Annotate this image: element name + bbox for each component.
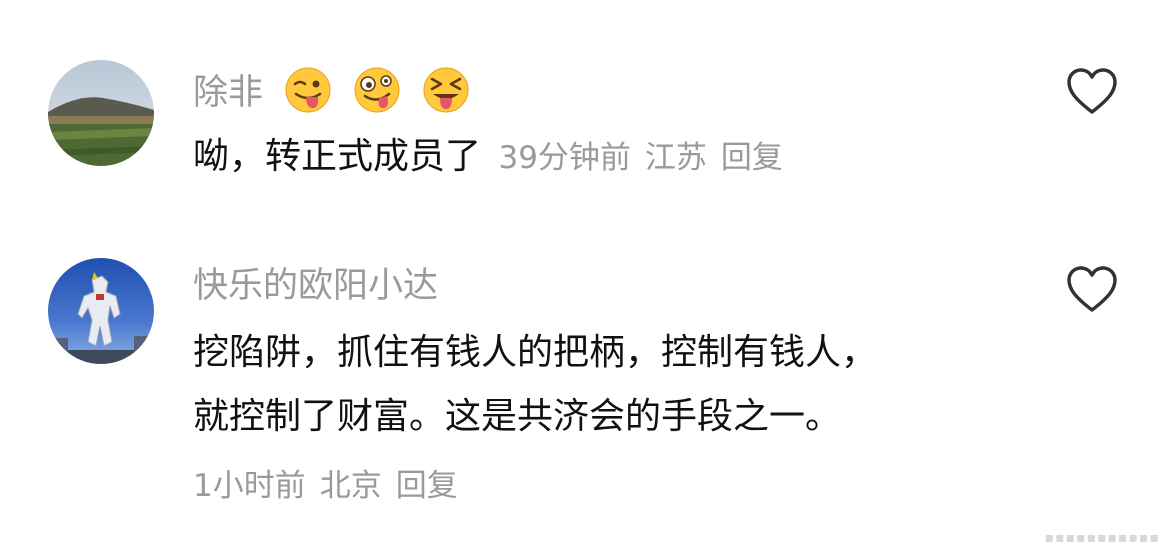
comment-text: 呦，转正式成员了 <box>193 136 482 177</box>
winking-tongue-emoji-icon <box>285 67 331 113</box>
comment-item: 除非 呦，转正式成员了 39分钟前 江苏 回复 <box>0 0 1170 220</box>
avatar[interactable] <box>48 60 154 166</box>
comment-time: 1小时前 <box>193 468 306 504</box>
landscape-avatar-image <box>48 60 154 166</box>
comment-meta: 39分钟前 江苏 回复 <box>498 140 796 176</box>
username-text: 快乐的欧阳小达 <box>193 266 439 306</box>
username[interactable]: 快乐的欧阳小达 <box>193 264 438 308</box>
comment-meta: 1小时前 北京 回复 <box>193 466 472 506</box>
comment-time: 39分钟前 <box>498 140 631 176</box>
avatar[interactable] <box>48 258 154 364</box>
reply-button[interactable]: 回复 <box>721 140 783 176</box>
squinting-tongue-emoji-icon <box>423 67 469 113</box>
heart-icon[interactable] <box>1065 265 1119 315</box>
comment-location: 江苏 <box>644 140 707 176</box>
comment-item: 快乐的欧阳小达 挖陷阱，抓住有钱人的把柄，控制有钱人， 就控制了财富。这是共济会… <box>0 220 1170 560</box>
comment-location: 北京 <box>319 468 382 504</box>
robot-avatar-image <box>48 258 154 364</box>
comment-text-row: 呦，转正式成员了 39分钟前 江苏 回复 <box>193 132 797 183</box>
username[interactable]: 除非 <box>193 66 470 115</box>
comment-text-line: 挖陷阱，抓住有钱人的把柄，控制有钱人， <box>193 328 877 378</box>
reply-button[interactable]: 回复 <box>396 468 458 504</box>
zany-face-emoji-icon <box>354 67 400 113</box>
username-text: 除非 <box>193 73 264 113</box>
heart-icon[interactable] <box>1065 67 1119 117</box>
watermark-dots: ▪▪▪▪▪▪▪▪▪▪▪ <box>1044 530 1160 546</box>
comment-text-line2: 就控制了财富。这是共济会的手段之一。 <box>193 396 842 437</box>
comment-text-line1: 挖陷阱，抓住有钱人的把柄，控制有钱人， <box>193 332 878 373</box>
comment-text-line: 就控制了财富。这是共济会的手段之一。 <box>193 392 841 442</box>
